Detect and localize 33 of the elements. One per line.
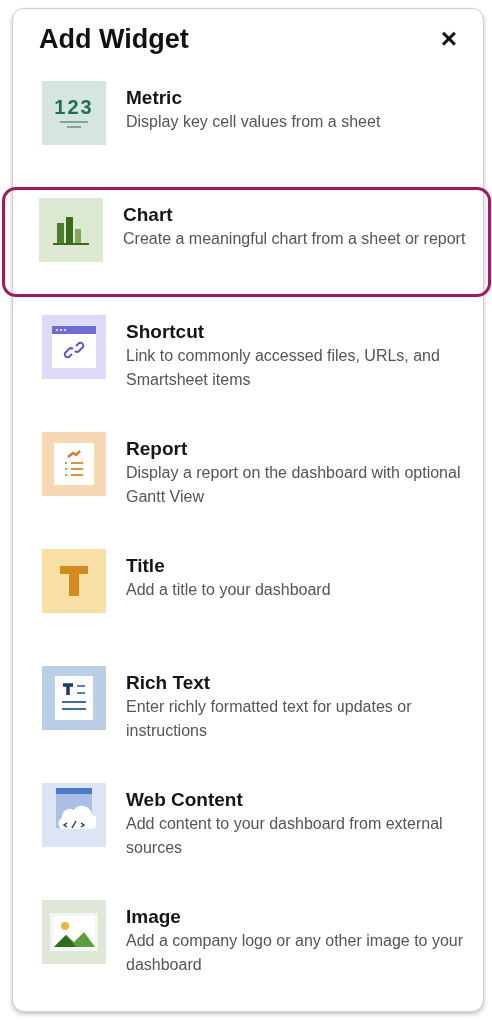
- widget-name: Metric: [126, 85, 183, 110]
- widget-description: Display key cell values from a sheet: [126, 111, 381, 132]
- report-icon: [54, 442, 94, 485]
- widget-description: Link to commonly accessed files, URLs, and Smartsheet items: [126, 345, 441, 390]
- widget-name: Chart: [123, 202, 174, 227]
- widget-description: Add a company logo or any other image to your dashboard: [126, 930, 465, 975]
- landscape-image-icon: [50, 912, 98, 951]
- widget-description: Enter richly formatted text for updates or instructions: [126, 696, 413, 741]
- widget-description: Add content to your dashboard from external sources: [126, 813, 444, 858]
- widget-name: Image: [126, 904, 182, 929]
- widget-option[interactable]: Report Display a report on the dashboard with optional Gantt View: [13, 420, 483, 531]
- widget-option[interactable]: Rich Text Enter richly formatted text for updates or instructions: [13, 654, 483, 765]
- widget-name: Rich Text: [126, 670, 212, 695]
- widget-option[interactable]: Title Add a title to your dashboard: [13, 537, 483, 648]
- widget-name: Title: [126, 553, 166, 578]
- metric-number: 123: [54, 96, 94, 117]
- text-document-icon: [55, 675, 93, 720]
- widget-option[interactable]: Image Add a company logo or any other image to your dashboard: [13, 888, 483, 999]
- lines-icon: [60, 120, 88, 129]
- widget-description: Display a report on the dashboard with optional Gantt View: [126, 462, 462, 507]
- widget-name: Web Content: [126, 787, 244, 812]
- widget-name: Report: [126, 436, 189, 461]
- link-window-icon: [52, 325, 96, 368]
- dialog-title: Add Widget: [39, 23, 189, 56]
- widget-description: Add a title to your dashboard: [126, 579, 331, 600]
- widget-name: Shortcut: [126, 319, 206, 344]
- close-button[interactable]: ×: [440, 25, 457, 54]
- widget-option[interactable]: Shortcut Link to commonly accessed files, URLs, and Smartsheet items: [13, 303, 483, 414]
- widget-option[interactable]: 123 Metric Display key cell values from a sheet: [13, 69, 483, 180]
- widget-description: Create a meaningful chart from a sheet or report: [123, 228, 466, 249]
- letter-t-shape-icon: [60, 565, 88, 596]
- widget-option[interactable]: Web Content Add content to your dashboard from external sources: [13, 771, 483, 882]
- widget-option[interactable]: Chart Create a meaningful chart from a sheet or report: [2, 186, 491, 297]
